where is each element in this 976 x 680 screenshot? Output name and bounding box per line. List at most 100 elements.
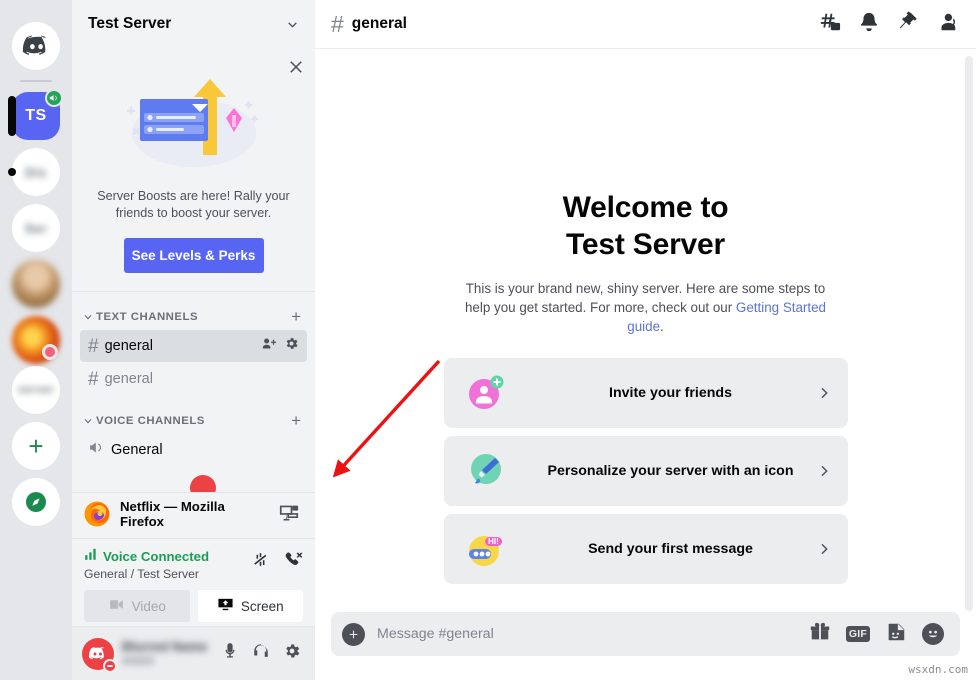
sidebar-channel-voice-general[interactable]: General — [80, 434, 307, 466]
gift-icon[interactable] — [809, 621, 831, 648]
headphones-icon[interactable] — [252, 642, 270, 665]
card-label: Personalize your server with an icon — [547, 463, 794, 480]
message-composer: Message #general GIF — [315, 612, 976, 680]
welcome-title-line2: Test Server — [565, 227, 725, 261]
caret-down-icon — [82, 415, 94, 427]
server-initials: TS — [25, 107, 47, 124]
category-text-channels[interactable]: TEXT CHANNELS + — [72, 302, 315, 329]
chat-bubble-hi-icon: HI! — [465, 529, 505, 569]
see-levels-and-perks-button[interactable]: See Levels & Perks — [123, 238, 264, 273]
stream-title: Netflix — Mozilla Firefox — [120, 498, 225, 529]
firefox-icon — [84, 501, 110, 527]
sidebar-channel-general-2[interactable]: # general — [80, 363, 307, 395]
channel-sidebar: Test Server Server Boosts are here! Rall… — [72, 0, 379, 680]
hash-icon: # — [88, 368, 99, 390]
chevron-right-icon — [816, 541, 832, 557]
status-badge — [103, 658, 117, 673]
explore-servers-button[interactable] — [12, 478, 60, 526]
create-channel-button[interactable]: + — [291, 308, 307, 325]
pinned-messages-icon[interactable] — [897, 10, 919, 38]
screen-label: Screen — [240, 598, 284, 614]
voice-connected-icon — [45, 89, 63, 107]
hash-icon: # — [331, 10, 344, 37]
discord-home-icon — [22, 35, 47, 55]
emoji-icon[interactable] — [922, 623, 944, 645]
chevron-right-icon — [816, 385, 832, 401]
hash-icon: # — [88, 335, 99, 357]
home-button[interactable] — [12, 22, 60, 70]
voice-member-partial — [72, 467, 315, 501]
create-invite-icon[interactable] — [261, 336, 276, 356]
welcome-title: Welcome to Test Server — [315, 190, 976, 263]
server-name: Test Server — [88, 15, 172, 32]
noise-suppression-icon[interactable] — [251, 550, 270, 574]
user-meta: Blurred Name #0000 — [122, 639, 213, 668]
avatar[interactable] — [82, 637, 117, 673]
chevron-right-icon — [816, 463, 832, 479]
username: Blurred Name — [122, 639, 208, 654]
screen-share-status-row: Netflix — Mozilla Firefox — [72, 492, 315, 534]
category-voice-channels[interactable]: VOICE CHANNELS + — [72, 396, 315, 433]
server-boost-illustration — [84, 68, 303, 178]
signal-bars-icon — [84, 547, 98, 566]
messages-area: Welcome to Test Server This is your bran… — [315, 48, 976, 612]
welcome-subtitle: This is your brand new, shiny server. He… — [454, 279, 838, 336]
paintbrush-icon — [465, 451, 505, 491]
screen-button[interactable]: Screen — [197, 590, 303, 622]
server-blurred-3[interactable]: server — [12, 366, 60, 414]
personalize-server-card[interactable]: Personalize your server with an icon — [443, 436, 848, 507]
server-rail: TS Dis Ser server + — [0, 0, 72, 680]
unread-pill — [8, 168, 16, 176]
close-icon[interactable] — [287, 58, 305, 76]
main-content: # general Welcome to Test Server This is… — [315, 0, 976, 680]
camera-icon — [108, 596, 125, 616]
server-photo-1[interactable] — [12, 260, 60, 308]
status-badge — [42, 344, 58, 360]
plus-circle-icon[interactable] — [342, 622, 365, 646]
video-button[interactable]: Video — [84, 590, 190, 622]
messages-scrollbar[interactable] — [965, 56, 973, 611]
discord-window: Discord TS Dis Ser serve — [0, 0, 976, 680]
server-avatar: Ser — [24, 220, 48, 236]
server-blurred-1[interactable]: Dis — [8, 148, 60, 196]
sidebar-channel-general-selected[interactable]: # general — [80, 330, 307, 362]
screen-share-icon — [217, 596, 234, 616]
welcome-block: Welcome to Test Server This is your bran… — [315, 48, 976, 585]
channel-name: general — [104, 338, 153, 354]
category-label: TEXT CHANNELS — [96, 310, 199, 323]
chevron-down-icon — [286, 18, 299, 31]
gif-icon[interactable]: GIF — [845, 626, 870, 642]
invite-your-friends-card[interactable]: Invite your friends — [443, 358, 848, 429]
create-voice-channel-button[interactable]: + — [291, 412, 307, 429]
server-blurred-2[interactable]: Ser — [12, 204, 60, 252]
member-list-icon[interactable] — [936, 11, 958, 38]
welcome-subtitle-period: . — [660, 319, 664, 335]
microphone-icon[interactable] — [221, 642, 239, 665]
notification-bell-icon[interactable] — [858, 11, 880, 38]
message-input-box[interactable]: Message #general GIF — [331, 612, 960, 656]
edit-channel-icon[interactable] — [284, 336, 299, 356]
search-input[interactable]: Message #general — [377, 626, 797, 642]
channel-header: # general — [315, 0, 976, 48]
server-test-server[interactable]: TS — [8, 89, 63, 140]
add-server-button[interactable]: + — [12, 422, 60, 470]
server-header-dropdown[interactable]: Test Server — [72, 0, 315, 48]
speaker-icon — [88, 439, 105, 461]
page-title: general — [351, 15, 407, 32]
plus-icon: + — [28, 431, 44, 461]
voice-channel-path: General / Test Server — [84, 567, 199, 581]
phone-hangup-icon[interactable] — [284, 550, 303, 574]
server-avatar: server — [17, 384, 55, 396]
sticker-icon[interactable] — [885, 621, 907, 648]
threads-icon[interactable] — [819, 11, 841, 38]
server-avatar: Dis — [25, 164, 47, 180]
user-panel: Blurred Name #0000 — [72, 626, 315, 680]
gear-icon[interactable] — [283, 642, 301, 665]
watermark: wsxdn.com — [908, 663, 968, 676]
user-tag: #0000 — [122, 656, 154, 668]
caret-down-icon — [82, 311, 94, 323]
screen-share-icon[interactable] — [276, 501, 301, 527]
send-first-message-card[interactable]: HI! Send your first message — [443, 514, 848, 585]
card-label: Invite your friends — [609, 385, 732, 402]
card-label: Send your first message — [588, 541, 753, 558]
